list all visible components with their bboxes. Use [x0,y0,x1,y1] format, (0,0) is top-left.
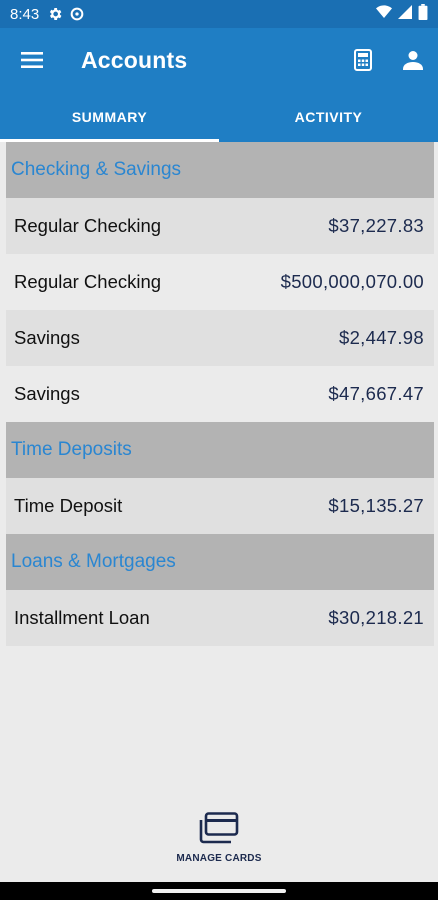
account-balance: $2,447.98 [338,327,424,348]
tab-bar: SUMMARY ACTIVITY [0,92,438,142]
status-bar: 8:43 [0,0,438,28]
app-bar: Accounts [0,28,438,92]
page-title: Accounts [81,46,188,73]
account-row[interactable]: Time Deposit $15,135.27 [6,478,434,534]
signal-icon [398,5,412,23]
cards-icon [199,812,239,849]
account-balance: $47,667.47 [328,383,424,404]
status-time: 8:43 [10,5,40,23]
account-name: Time Deposit [14,495,123,516]
account-name: Regular Checking [14,271,162,292]
account-name: Savings [14,383,80,404]
account-balance: $500,000,070.00 [280,271,424,292]
settings-alt-icon [69,6,85,22]
battery-icon [418,4,428,24]
system-navigation-bar [0,882,438,900]
accounts-list: Checking & Savings Regular Checking $37,… [6,142,434,646]
settings-gear-icon [47,6,63,22]
account-row[interactable]: Regular Checking $500,000,070.00 [6,254,434,310]
calculator-icon[interactable] [338,28,388,92]
account-row[interactable]: Savings $2,447.98 [6,310,434,366]
hamburger-menu-icon[interactable] [0,28,64,92]
account-row[interactable]: Savings $47,667.47 [6,366,434,422]
tab-summary[interactable]: SUMMARY [0,92,219,142]
account-balance: $15,135.27 [328,495,424,516]
account-name: Regular Checking [14,215,162,236]
tab-activity[interactable]: ACTIVITY [219,92,438,142]
account-name: Savings [14,327,80,348]
account-balance: $37,227.83 [328,215,424,236]
account-balance: $30,218.21 [328,607,424,628]
manage-cards-button[interactable]: MANAGE CARDS [160,812,278,876]
section-header-checking-savings: Checking & Savings [6,142,434,198]
manage-cards-label: MANAGE CARDS [176,853,262,864]
account-row[interactable]: Installment Loan $30,218.21 [6,590,434,646]
account-name: Installment Loan [14,607,150,628]
section-header-loans-mortgages: Loans & Mortgages [6,534,434,590]
account-row[interactable]: Regular Checking $37,227.83 [6,198,434,254]
section-header-time-deposits: Time Deposits [6,422,434,478]
home-gesture-handle[interactable] [152,889,286,893]
profile-icon[interactable] [388,28,438,92]
wifi-icon [376,5,392,23]
